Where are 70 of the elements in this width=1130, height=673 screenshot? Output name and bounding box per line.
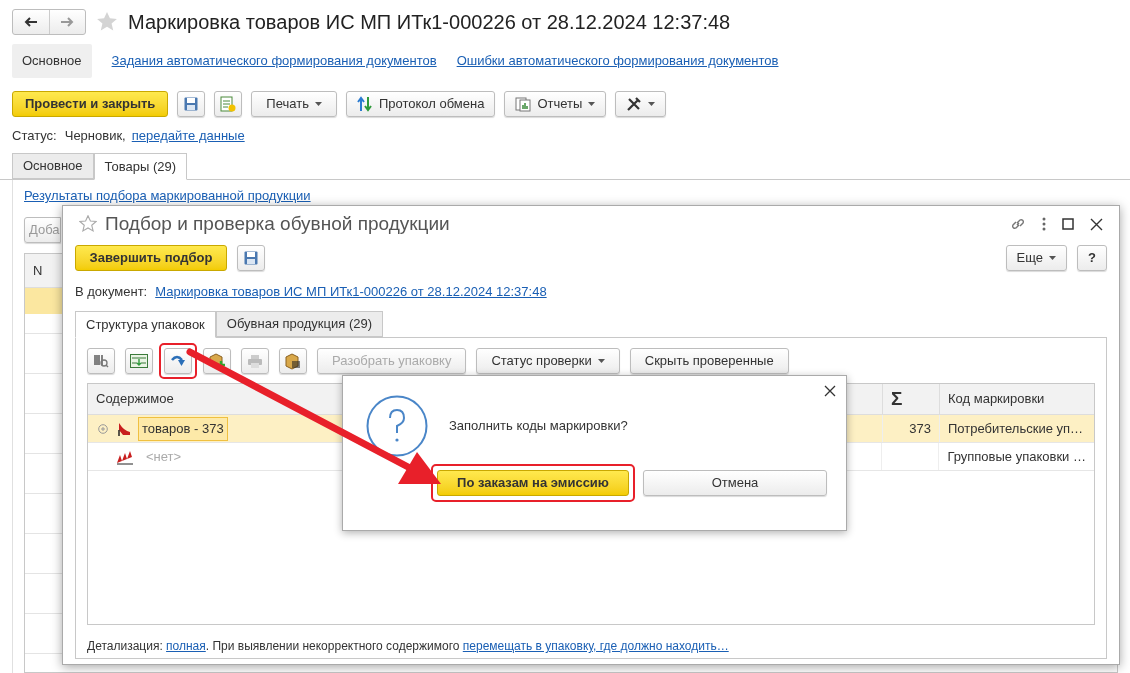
- reports-button[interactable]: Отчеты: [504, 91, 607, 117]
- column-header: Код маркировки: [948, 390, 1045, 409]
- document-label: В документ:: [75, 283, 148, 302]
- more-button[interactable]: Еще: [1005, 245, 1068, 271]
- toolbar-button[interactable]: Статус проверки: [476, 348, 620, 374]
- exchange-log-button[interactable]: Протокол обмена: [345, 91, 496, 117]
- close-icon[interactable]: [824, 385, 836, 397]
- picker-tab[interactable]: Структура упаковок: [75, 311, 216, 338]
- window-title: Маркировка товаров ИС МП ИТк1-000226 от 28.12.2024 12:37:48: [128, 10, 731, 35]
- status-label: Статус:: [12, 127, 57, 146]
- barcode-search-icon: [93, 353, 109, 369]
- caret-icon: [597, 359, 605, 363]
- maximize-icon[interactable]: [1062, 218, 1074, 230]
- picker-tab[interactable]: Обувная продукция (29): [215, 311, 383, 337]
- column-header: Содержимое: [96, 390, 174, 409]
- status-link[interactable]: передайте данные: [131, 126, 245, 146]
- forward-arrow-icon[interactable]: [60, 17, 74, 27]
- link-icon[interactable]: [1010, 216, 1026, 232]
- toolbar-button[interactable]: Скрыть проверенные: [629, 348, 789, 374]
- printer-icon: [247, 353, 263, 369]
- back-arrow-icon[interactable]: [24, 17, 38, 27]
- results-link[interactable]: Результаты подбора маркированной продукции: [24, 188, 311, 203]
- caret-icon: [1049, 256, 1057, 260]
- more-vertical-icon[interactable]: [1042, 217, 1046, 231]
- save-button[interactable]: [237, 245, 265, 271]
- dialog-question: Заполнить коды маркировки?: [449, 417, 628, 436]
- save-button[interactable]: [177, 91, 206, 117]
- caret-icon: [314, 102, 322, 106]
- document-link[interactable]: Маркировка товаров ИС МП ИТк1-000226 от 28.12.2024 12:37:48: [155, 282, 547, 302]
- section-tab[interactable]: Основное: [12, 44, 92, 78]
- navigation-buttons[interactable]: [12, 9, 86, 35]
- tools-icon: [626, 96, 643, 112]
- print-button[interactable]: Печать: [251, 91, 337, 117]
- post-and-close-button[interactable]: Провести и закрыть: [12, 91, 169, 117]
- finish-selection-button[interactable]: Завершить подбор: [75, 245, 227, 271]
- curved-arrow-icon: [170, 354, 186, 368]
- column-header: N: [33, 261, 43, 280]
- close-icon[interactable]: [1090, 217, 1103, 231]
- table-download-icon: [130, 354, 148, 368]
- content-cell: товаров - 373: [138, 416, 228, 441]
- footer-link[interactable]: полная: [166, 637, 206, 655]
- content-cell-text: <нет>: [146, 447, 182, 466]
- star-icon[interactable]: [96, 11, 118, 33]
- barcode-search-button[interactable]: [87, 348, 115, 374]
- help-button[interactable]: ?: [1077, 245, 1107, 271]
- footer-text: . При выявлении некорректного содержимого: [205, 638, 461, 655]
- expand-icon[interactable]: [98, 423, 108, 434]
- question-icon: [366, 395, 428, 457]
- report-icon: [515, 96, 532, 112]
- form-tab[interactable]: Товары (29): [93, 153, 188, 180]
- status-value: Черновик,: [64, 127, 126, 146]
- footer-link[interactable]: перемещать в упаковку, где должно находить…: [462, 637, 729, 655]
- document-icon: [220, 96, 237, 112]
- caret-icon: [588, 102, 596, 106]
- emission-orders-button[interactable]: По заказам на эмиссию: [437, 470, 629, 496]
- form-tab[interactable]: Основное: [12, 153, 94, 179]
- column-header: Σ: [891, 386, 903, 411]
- up-down-arrows-icon: [356, 96, 373, 112]
- footer-text: Детализация:: [87, 638, 164, 655]
- code-cell-text: Потребительские уп…: [948, 419, 1084, 438]
- code-cell-text: Групповые упаковки …: [947, 447, 1086, 466]
- tools-button[interactable]: [615, 91, 667, 117]
- section-tab[interactable]: Задания автоматического формирования документов: [111, 51, 437, 71]
- star-icon[interactable]: [79, 215, 97, 233]
- caret-icon: [648, 102, 656, 106]
- cancel-button[interactable]: Отмена: [643, 470, 827, 496]
- sum-cell-text: 373: [909, 419, 931, 438]
- load-button[interactable]: [125, 348, 153, 374]
- picker-title: Подбор и проверка обувной продукции: [105, 211, 450, 236]
- section-tab[interactable]: Ошибки автоматического формирования документов: [456, 51, 779, 71]
